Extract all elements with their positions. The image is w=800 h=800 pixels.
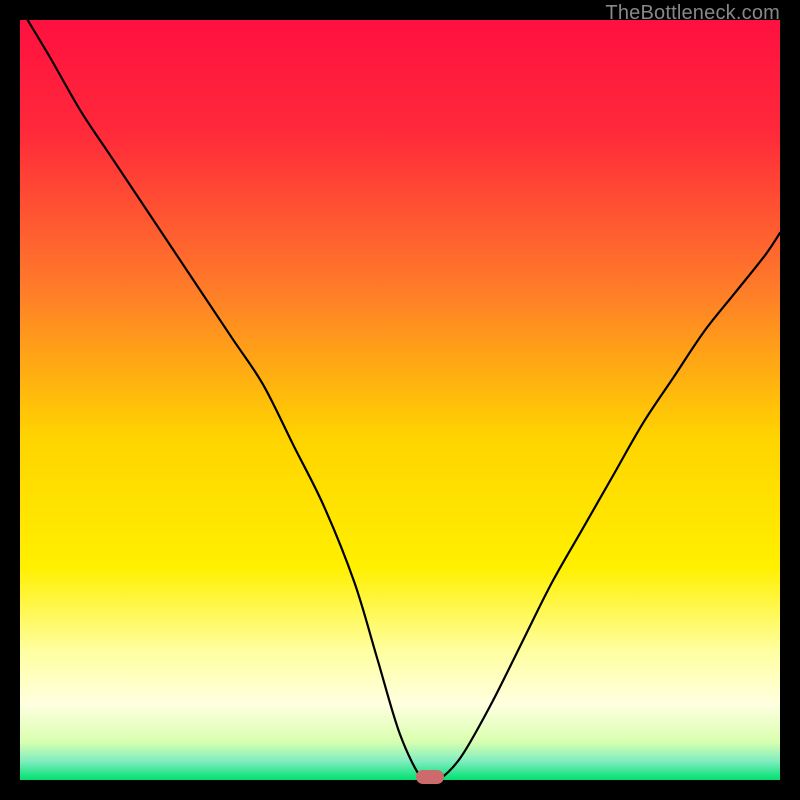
optimal-marker [416,770,444,784]
chart-frame: TheBottleneck.com [20,20,780,780]
bottleneck-curve [20,20,780,780]
